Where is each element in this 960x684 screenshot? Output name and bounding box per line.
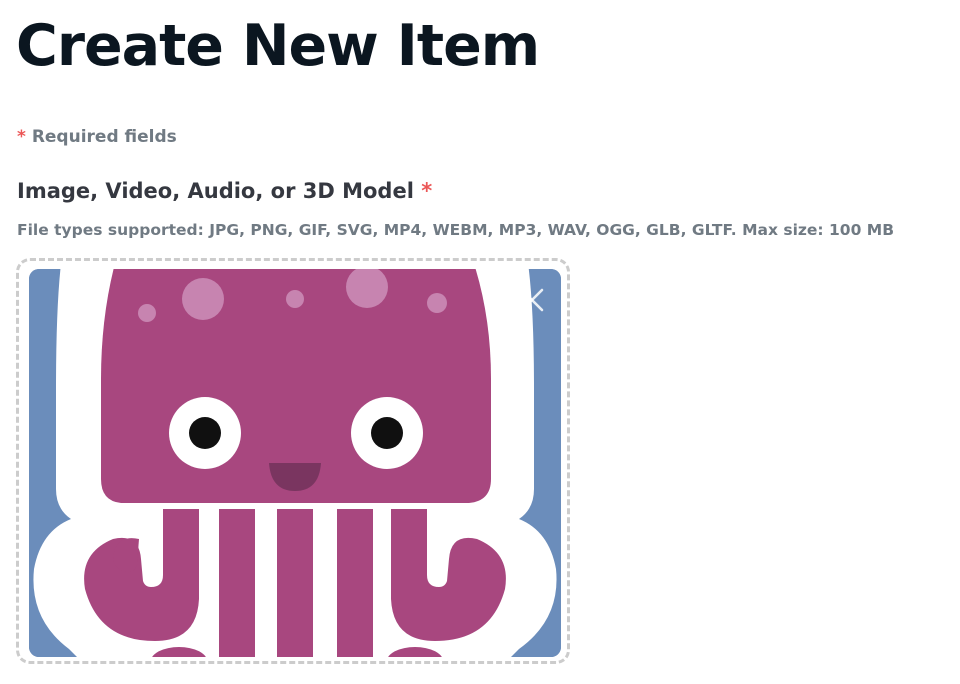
page-title: Create New Item (16, 13, 540, 79)
required-fields-text: Required fields (31, 127, 177, 147)
close-icon (520, 288, 544, 312)
media-field-label-text: Image, Video, Audio, or 3D Model (17, 179, 414, 203)
media-dropzone[interactable] (16, 258, 570, 664)
media-preview (29, 269, 561, 657)
octopus-image (29, 269, 561, 657)
remove-media-button[interactable] (517, 285, 547, 315)
media-field-label: Image, Video, Audio, or 3D Model * (17, 176, 432, 206)
media-field-required-asterisk: * (421, 179, 433, 203)
required-fields-note: * Required fields (17, 125, 177, 149)
file-types-hint: File types supported: JPG, PNG, GIF, SVG… (17, 221, 895, 239)
required-asterisk: * (17, 127, 26, 147)
